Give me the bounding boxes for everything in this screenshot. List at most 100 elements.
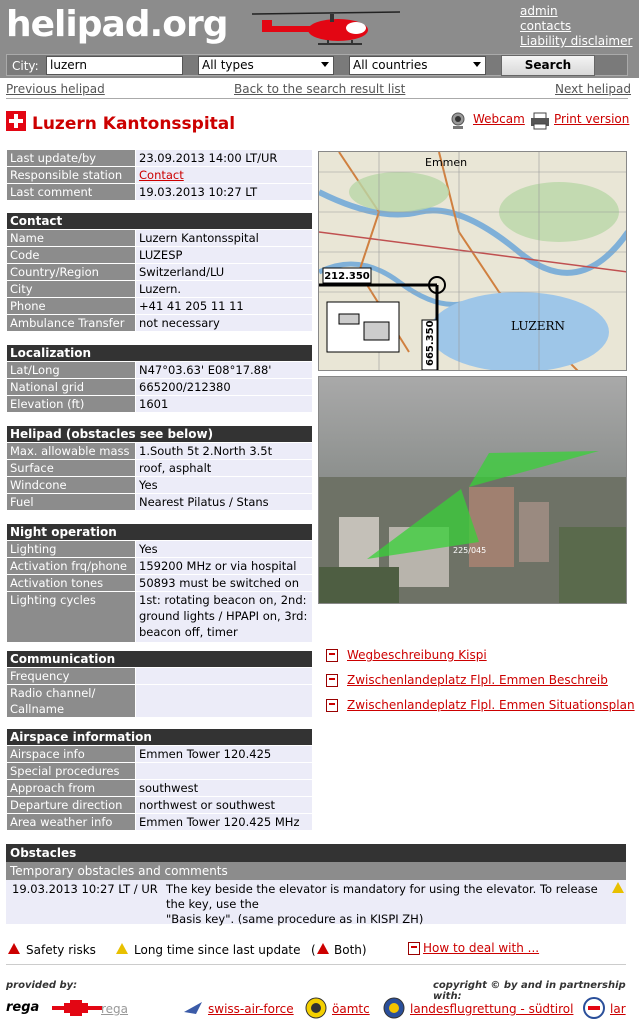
field-value: Luzern Kantonsspital: [135, 229, 313, 247]
meta-key: Last comment: [6, 183, 136, 201]
document-link-item[interactable]: Wegbeschreibung Kispi: [326, 648, 487, 662]
webcam-icon: [451, 112, 465, 129]
rega-cross-icon: [52, 1000, 102, 1016]
document-link[interactable]: Zwischenlandeplatz Flpl. Emmen Situation…: [347, 698, 635, 712]
chevron-down-icon: [321, 62, 329, 67]
country-select-value: All countries: [353, 58, 428, 72]
disclaimer-link[interactable]: Liability disclaimer: [520, 34, 632, 49]
city-input[interactable]: luzern: [46, 56, 183, 75]
country-select[interactable]: All countries: [349, 56, 486, 75]
partner-link-swiss-air-force[interactable]: swiss-air-force: [208, 1002, 294, 1016]
printer-icon: [531, 112, 549, 130]
chevron-down-icon: [473, 62, 481, 67]
map-place-label: LUZERN: [511, 319, 565, 333]
document-link-item[interactable]: Zwischenlandeplatz Flpl. Emmen Situation…: [326, 698, 635, 712]
meta-key: Responsible station: [6, 166, 136, 184]
field-key: Windcone: [6, 476, 136, 494]
field-key: Country/Region: [6, 263, 136, 281]
field-key: Surface: [6, 459, 136, 477]
document-link[interactable]: Wegbeschreibung Kispi: [347, 648, 487, 662]
field-key: National grid: [6, 378, 136, 396]
field-value: Switzerland/LU: [135, 263, 313, 281]
swiss-air-force-icon: [184, 1002, 202, 1014]
airspace-table: Airspace information Airspace info Emmen …: [6, 728, 313, 831]
legend-safety: Safety risks: [26, 943, 96, 957]
type-select[interactable]: All types: [198, 56, 334, 75]
site-logo[interactable]: helipad.org: [6, 4, 228, 45]
field-key: Activation tones: [6, 574, 136, 592]
section-heading: Helipad (obstacles see below): [6, 425, 313, 443]
divider: [6, 964, 626, 965]
partner-link-landesflugrettung[interactable]: landesflugrettung - südtirol: [410, 1002, 573, 1016]
partner-link-oamtc[interactable]: öamtc: [332, 1002, 370, 1016]
obstacle-text-line: "Basis key". (same procedure as in KISPI…: [166, 912, 424, 926]
divider: [6, 98, 628, 99]
field-key: Max. allowable mass: [6, 442, 136, 460]
howto-link[interactable]: How to deal with ...: [423, 941, 539, 955]
field-value: southwest: [135, 779, 313, 797]
field-value: [135, 684, 313, 718]
obstacles-heading: Obstacles: [6, 844, 626, 862]
legend-both-open: (: [311, 943, 316, 957]
field-value: not necessary: [135, 314, 313, 332]
rega-logo-text: rega: [6, 1000, 40, 1015]
section-heading: Night operation: [6, 523, 313, 541]
communication-table: Communication Frequency Radio channel/ C…: [6, 650, 313, 718]
field-key: Phone: [6, 297, 136, 315]
swiss-cross-icon: [6, 111, 26, 131]
legend-longtime: Long time since last update: [134, 943, 301, 957]
page-title: Luzern Kantonsspital: [32, 114, 236, 134]
location-map[interactable]: 212.350 665.350 LUZERN Emmen: [318, 151, 627, 371]
meta-value: 19.03.2013 10:27 LT: [135, 183, 313, 201]
section-heading: Airspace information: [6, 728, 313, 746]
site-header: helipad.org admin contacts Liability dis…: [0, 0, 639, 78]
pdf-icon: [326, 699, 338, 712]
map-coord-y: 665.350: [425, 320, 436, 366]
warning-icon: [612, 882, 624, 893]
field-value: N47°03.63' E08°17.88': [135, 361, 313, 379]
rega-logo[interactable]: rega: [6, 1000, 102, 1016]
helipad-table: Helipad (obstacles see below) Max. allow…: [6, 425, 313, 511]
field-key: Approach from: [6, 779, 136, 797]
admin-link[interactable]: admin: [520, 4, 632, 19]
field-key: Name: [6, 229, 136, 247]
contacts-link[interactable]: contacts: [520, 19, 632, 34]
search-button[interactable]: Search: [501, 55, 595, 76]
helicopter-logo-icon: [252, 11, 400, 45]
field-value: LUZESP: [135, 246, 313, 264]
field-key: Ambulance Transfer: [6, 314, 136, 332]
partner-link-lar[interactable]: lar: [610, 1002, 626, 1016]
field-key: Special procedures: [6, 762, 136, 780]
safety-risk-icon: [8, 943, 20, 954]
field-value: roof, asphalt: [135, 459, 313, 477]
document-link-item[interactable]: Zwischenlandeplatz Flpl. Emmen Beschreib: [326, 673, 608, 687]
field-value: Yes: [135, 540, 313, 558]
print-version-link[interactable]: Print version: [554, 112, 629, 126]
print-link-group[interactable]: Print version: [530, 112, 629, 130]
field-value: Emmen Tower 120.425 MHz: [135, 813, 313, 831]
pdf-icon: [408, 942, 420, 955]
next-helipad-link[interactable]: Next helipad: [555, 82, 631, 96]
partner-link-rega[interactable]: rega: [101, 1002, 128, 1016]
field-value: 1st: rotating beacon on, 2nd: ground lig…: [135, 591, 313, 643]
field-key: Frequency: [6, 667, 136, 685]
howto-link-item[interactable]: How to deal with ...: [408, 941, 539, 955]
map-top-place-label: Emmen: [425, 156, 467, 169]
previous-helipad-link[interactable]: Previous helipad: [6, 82, 105, 96]
night-operation-table: Night operation Lighting Yes Activation f…: [6, 523, 313, 643]
localization-table: Localization Lat/Long N47°03.63' E08°17.8…: [6, 344, 313, 413]
landesflugrettung-icon: [383, 997, 405, 1019]
lar-icon: [583, 997, 605, 1019]
pdf-icon: [326, 674, 338, 687]
field-value: 1601: [135, 395, 313, 413]
field-value: northwest or southwest: [135, 796, 313, 814]
helipad-photo[interactable]: 225/045: [318, 376, 627, 604]
document-link[interactable]: Zwischenlandeplatz Flpl. Emmen Beschreib: [347, 673, 608, 687]
contact-link[interactable]: Contact: [139, 168, 184, 182]
back-to-results-link[interactable]: Back to the search result list: [234, 82, 405, 96]
type-select-value: All types: [202, 58, 254, 72]
field-value: +41 41 205 11 11: [135, 297, 313, 315]
field-value: 159200 MHz or via hospital: [135, 557, 313, 575]
webcam-link-group[interactable]: Webcam: [448, 112, 525, 129]
webcam-link[interactable]: Webcam: [473, 112, 525, 126]
